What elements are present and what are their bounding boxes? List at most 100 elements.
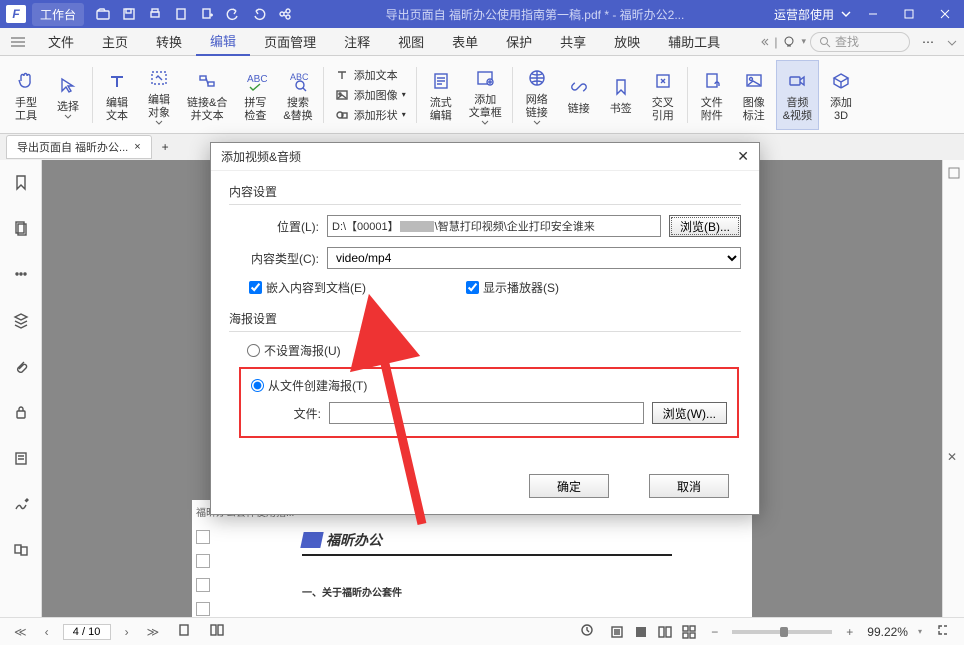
browse-poster-button[interactable]: 浏览(W)... — [652, 402, 727, 424]
menu-play[interactable]: 放映 — [600, 28, 654, 55]
menu-aux[interactable]: 辅助工具 — [654, 28, 734, 55]
document-tab[interactable]: 导出页面自 福昕办公... × — [6, 135, 152, 159]
hamburger-icon[interactable] — [6, 32, 30, 52]
ribbon-edit-text[interactable]: 编辑文本 — [97, 60, 137, 130]
print-icon[interactable] — [144, 3, 166, 25]
zoom-in-button[interactable]: + — [842, 625, 857, 639]
view-mode-2-icon[interactable] — [633, 624, 649, 640]
comments-panel-icon[interactable] — [9, 262, 33, 286]
maximize-button[interactable] — [894, 0, 924, 28]
bulb-icon[interactable] — [781, 34, 797, 50]
browse-location-button[interactable]: 浏览(B)... — [669, 215, 741, 237]
menu-view[interactable]: 视图 — [384, 28, 438, 55]
bookmark-panel-icon[interactable] — [9, 170, 33, 194]
workspace-button[interactable]: 工作台 — [32, 3, 84, 26]
reflow-icon[interactable] — [575, 623, 599, 640]
location-input[interactable]: D:\【00001】\智慧打印视频\企业打印安全谁来 — [327, 215, 661, 237]
dialog-close-icon[interactable]: ✕ — [737, 148, 749, 165]
save-icon[interactable] — [118, 3, 140, 25]
from-file-radio[interactable]: 从文件创建海报(T) — [251, 377, 727, 394]
ribbon-link[interactable]: 链接 — [559, 60, 599, 130]
page-input[interactable] — [63, 624, 111, 640]
dialog-titlebar[interactable]: 添加视频&音频 ✕ — [211, 143, 759, 171]
ribbon-bookmark[interactable]: 书签 — [601, 60, 641, 130]
chevron-right-icon[interactable] — [760, 37, 770, 47]
fullscreen-icon[interactable] — [932, 623, 954, 640]
ribbon-image-annot[interactable]: 图像标注 — [734, 60, 774, 130]
ok-button[interactable]: 确定 — [529, 474, 609, 498]
share-icon[interactable] — [274, 3, 296, 25]
attachments-panel-icon[interactable] — [9, 354, 33, 378]
collapse-right-icon[interactable] — [947, 166, 961, 180]
no-poster-radio[interactable]: 不设置海报(U) — [247, 342, 741, 359]
ribbon-spellcheck[interactable]: ABC拼写检查 — [235, 60, 275, 130]
menu-home[interactable]: 主页 — [88, 28, 142, 55]
ribbon-search-replace[interactable]: ABC搜索&替换 — [277, 60, 318, 130]
menu-protect[interactable]: 保护 — [492, 28, 546, 55]
ribbon-add-textbox[interactable]: 添加文章框 — [463, 60, 508, 130]
last-page-button[interactable]: ≫ — [143, 625, 164, 639]
more-button[interactable]: ⋯ — [914, 35, 942, 49]
ribbon-link-merge[interactable]: 链接&合并文本 — [181, 60, 233, 130]
redo-icon[interactable] — [248, 3, 270, 25]
close-right-panel-icon[interactable]: ✕ — [947, 450, 957, 464]
ribbon-add-image[interactable]: 添加图像▾ — [332, 86, 408, 104]
ribbon-file-attachment[interactable]: 文件附件 — [692, 60, 732, 130]
undo-icon[interactable] — [222, 3, 244, 25]
zoom-out-button[interactable]: − — [707, 625, 722, 639]
menu-convert[interactable]: 转换 — [142, 28, 196, 55]
prev-page-button[interactable]: ‹ — [41, 625, 53, 639]
view-mode-1-icon[interactable] — [609, 624, 625, 640]
svg-text:ABC: ABC — [247, 74, 267, 85]
single-page-icon[interactable] — [173, 623, 195, 640]
menu-annotate[interactable]: 注释 — [330, 28, 384, 55]
security-panel-icon[interactable] — [9, 400, 33, 424]
close-button[interactable] — [930, 0, 960, 28]
view-mode-4-icon[interactable] — [681, 624, 697, 640]
ribbon-edit-object[interactable]: 编辑对象 — [139, 60, 179, 130]
menu-share[interactable]: 共享 — [546, 28, 600, 55]
add-page-icon[interactable] — [196, 3, 218, 25]
compare-panel-icon[interactable] — [9, 538, 33, 562]
close-tab-icon[interactable]: × — [134, 141, 140, 153]
search-input[interactable]: 查找 — [810, 32, 910, 52]
new-tab-button[interactable]: + — [152, 140, 179, 154]
content-settings-legend: 内容设置 — [229, 183, 741, 205]
show-player-checkbox[interactable]: 显示播放器(S) — [466, 279, 559, 296]
expand-icon[interactable] — [946, 36, 958, 48]
ribbon-flow-edit[interactable]: 流式编辑 — [421, 60, 461, 130]
ribbon-select[interactable]: 选择 — [48, 60, 88, 130]
pages-panel-icon[interactable] — [9, 216, 33, 240]
new-doc-icon[interactable] — [170, 3, 192, 25]
zoom-slider[interactable] — [732, 630, 832, 634]
menu-form[interactable]: 表单 — [438, 28, 492, 55]
ribbon-add-3d[interactable]: 添加3D — [821, 60, 861, 130]
app-logo: F — [6, 5, 26, 23]
chevron-down-icon[interactable] — [840, 8, 852, 20]
menu-file[interactable]: 文件 — [34, 28, 88, 55]
minimize-button[interactable] — [858, 0, 888, 28]
two-page-icon[interactable] — [205, 623, 229, 640]
open-icon[interactable] — [92, 3, 114, 25]
ribbon-cross-ref[interactable]: 交叉引用 — [643, 60, 683, 130]
titlebar: F 工作台 导出页面自 福昕办公使用指南第一稿.pdf * - 福昕办公2...… — [0, 0, 964, 28]
menu-edit[interactable]: 编辑 — [196, 27, 250, 56]
ribbon-add-shape[interactable]: 添加形状▾ — [332, 106, 408, 124]
embed-checkbox[interactable]: 嵌入内容到文档(E) — [249, 279, 366, 296]
ribbon-hand-tool[interactable]: 手型工具 — [6, 60, 46, 130]
view-mode-3-icon[interactable] — [657, 624, 673, 640]
layers-panel-icon[interactable] — [9, 308, 33, 332]
ribbon-add-text[interactable]: 添加文本 — [332, 66, 408, 84]
poster-file-input[interactable] — [329, 402, 644, 424]
first-page-button[interactable]: ≪ — [10, 625, 31, 639]
ribbon-audio-video[interactable]: 音频&视频 — [776, 60, 819, 130]
statusbar: ≪ ‹ › ≫ − + 99.22% ▾ — [0, 617, 964, 645]
cancel-button[interactable]: 取消 — [649, 474, 729, 498]
next-page-button[interactable]: › — [121, 625, 133, 639]
content-type-select[interactable]: video/mp4 — [327, 247, 741, 269]
sign-panel-icon[interactable] — [9, 492, 33, 516]
menu-page-manage[interactable]: 页面管理 — [250, 28, 330, 55]
right-sidebar: ✕ — [942, 160, 964, 617]
form-panel-icon[interactable] — [9, 446, 33, 470]
ribbon-web-link[interactable]: 网络链接 — [517, 60, 557, 130]
